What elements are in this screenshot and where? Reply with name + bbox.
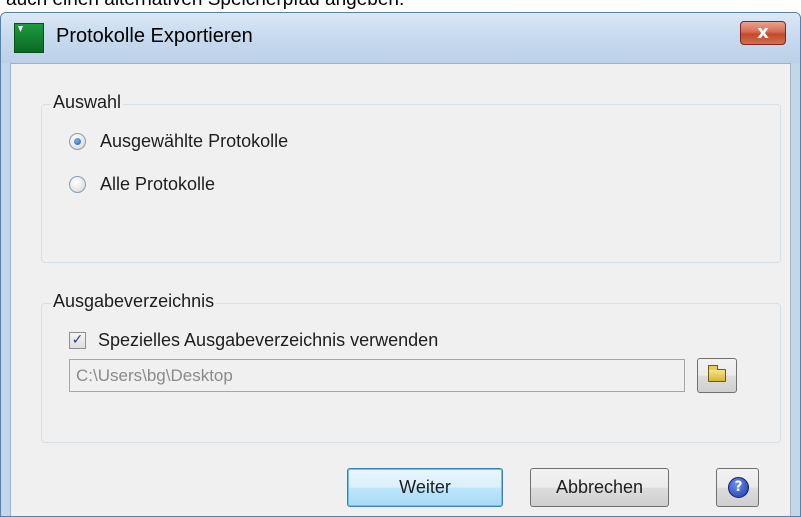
radio-alle-protokolle[interactable]: Alle Protokolle — [69, 174, 215, 195]
caption-text: auch einen alternativen Speicherpfad ang… — [6, 0, 404, 11]
dialog-content: Auswahl Ausgewählte Protokolle Alle Prot… — [10, 63, 791, 516]
dialog-window: Protokolle Exportieren x Auswahl Ausgewä… — [0, 12, 801, 517]
abbrechen-button[interactable]: Abbrechen — [530, 468, 669, 507]
checkbox-label: Spezielles Ausgabeverzeichnis verwenden — [98, 330, 439, 350]
radio-label-alle: Alle Protokolle — [100, 174, 216, 194]
close-button[interactable]: x — [740, 21, 786, 45]
checkbox-spezielles-ausgabeverzeichnis[interactable]: ✓ Spezielles Ausgabeverzeichnis verwende… — [69, 330, 438, 351]
window-title: Protokolle Exportieren — [56, 25, 253, 47]
radio-ausgewaehlte-protokolle[interactable]: Ausgewählte Protokolle — [69, 131, 288, 152]
output-path-field[interactable]: C:\Users\bg\Desktop — [69, 359, 685, 392]
checkbox-checked-icon[interactable]: ✓ — [69, 332, 86, 349]
browse-folder-button[interactable] — [697, 358, 737, 393]
help-icon: ? — [728, 477, 749, 498]
auswahl-group-title: Auswahl — [51, 92, 124, 113]
folder-icon — [708, 365, 726, 382]
radio-unselected-icon[interactable] — [69, 176, 86, 193]
help-button[interactable]: ? — [716, 468, 759, 507]
ausgabeverzeichnis-group-title: Ausgabeverzeichnis — [51, 291, 217, 312]
app-icon — [14, 23, 44, 53]
radio-label-ausgewaehlte: Ausgewählte Protokolle — [100, 131, 289, 151]
radio-selected-icon[interactable] — [69, 133, 86, 150]
title-bar: Protokolle Exportieren x — [1, 13, 800, 63]
weiter-button[interactable]: Weiter — [347, 468, 503, 507]
